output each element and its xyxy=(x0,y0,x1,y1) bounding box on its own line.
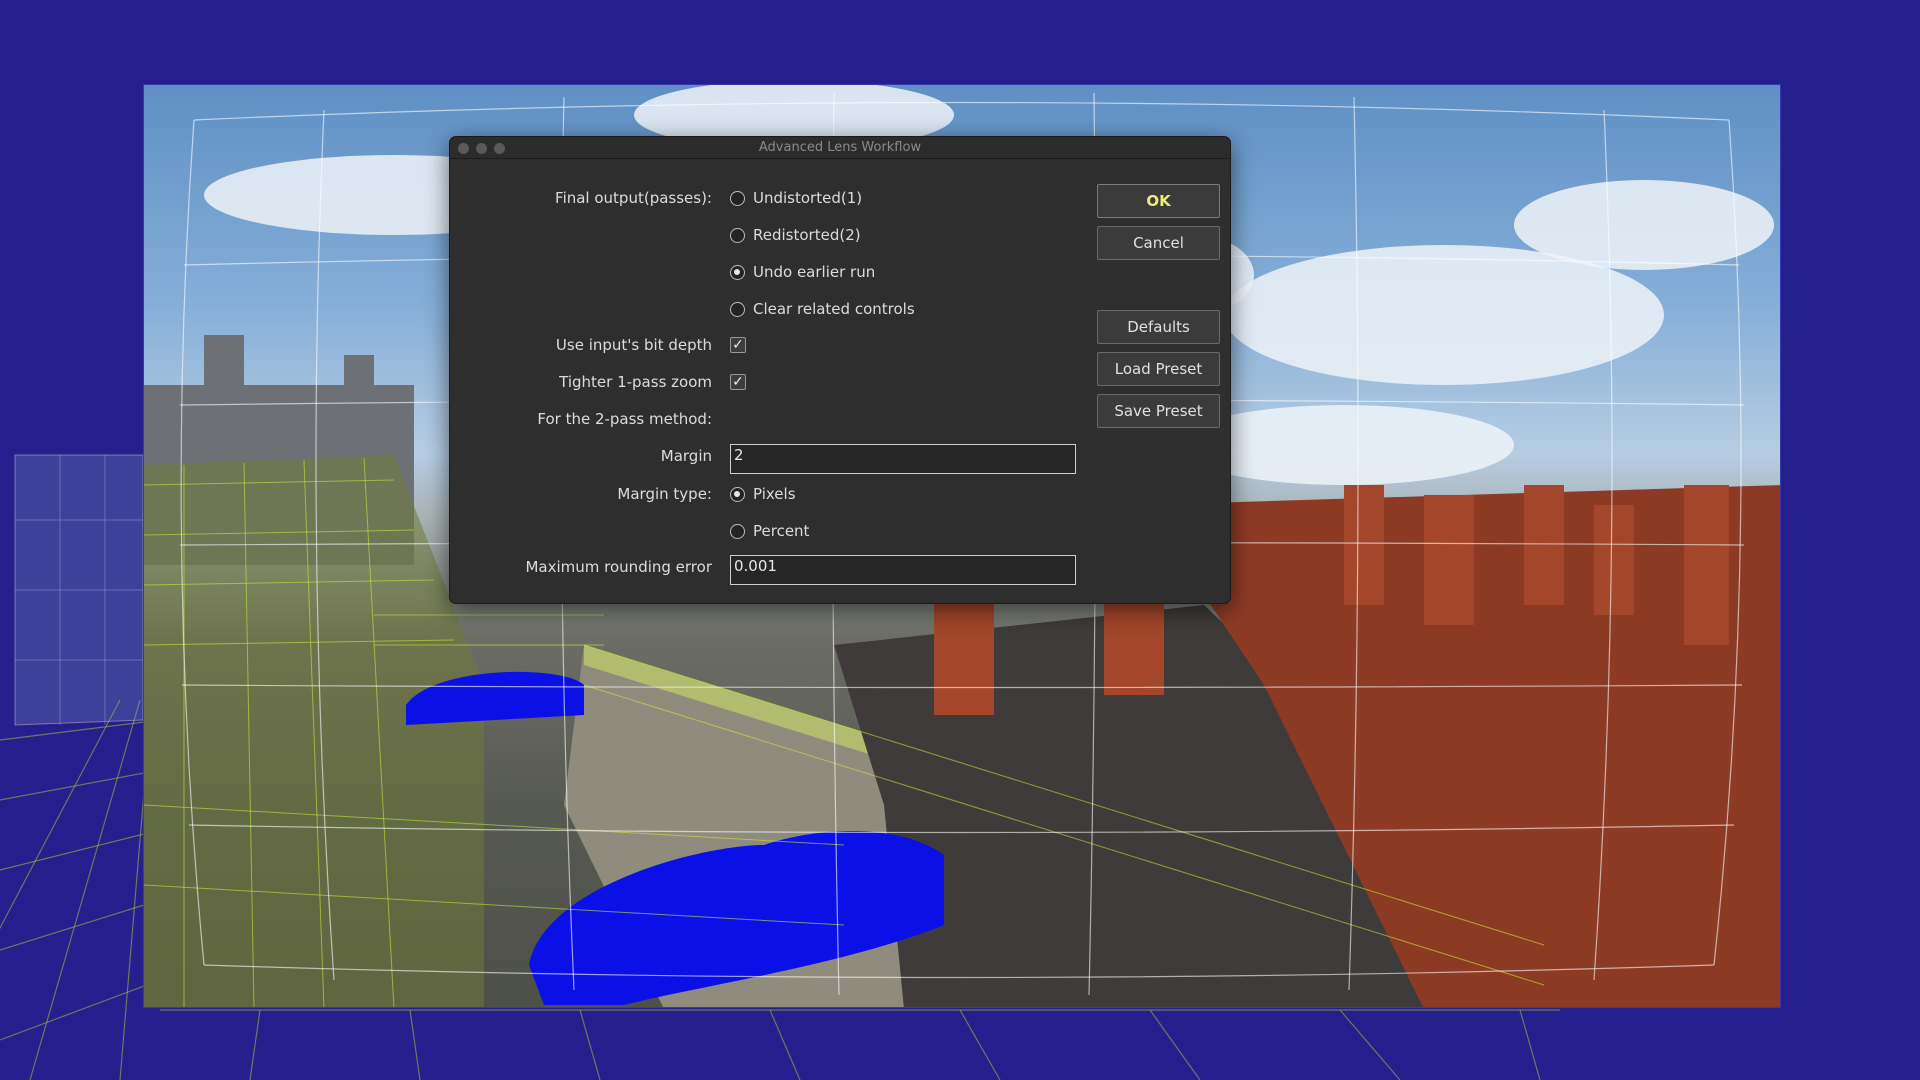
margin-input[interactable]: 2 xyxy=(730,444,1076,474)
margin-type-label: Margin type: xyxy=(617,485,712,503)
radio-pixels[interactable]: Pixels xyxy=(730,482,796,506)
final-output-row: Final output(passes): Undistorted(1) xyxy=(450,186,1090,210)
ok-button[interactable]: OK xyxy=(1097,184,1220,218)
radio-clear-related-controls[interactable]: Clear related controls xyxy=(730,297,915,321)
final-output-row-3: Undo earlier run xyxy=(450,260,1090,284)
radio-undistorted[interactable]: Undistorted(1) xyxy=(730,186,862,210)
max-rounding-value: 0.001 xyxy=(734,557,777,575)
radio-redistorted-label: Redistorted(2) xyxy=(753,226,861,244)
radio-indicator[interactable] xyxy=(730,190,745,206)
dialog-title: Advanced Lens Workflow xyxy=(758,140,922,155)
margin-type-row: Margin type: Pixels xyxy=(450,482,1090,506)
radio-indicator[interactable] xyxy=(730,227,745,243)
radio-clear-related-controls-label: Clear related controls xyxy=(753,300,915,318)
final-output-row-2: Redistorted(2) xyxy=(450,223,1090,247)
tighter-zoom-label: Tighter 1-pass zoom xyxy=(559,373,712,391)
final-output-row-4: Clear related controls xyxy=(450,297,1090,321)
final-output-label: Final output(passes): xyxy=(555,189,712,207)
advanced-lens-workflow-dialog: Advanced Lens Workflow Final output(pass… xyxy=(449,136,1231,604)
defaults-button[interactable]: Defaults xyxy=(1097,310,1220,344)
bit-depth-label: Use input's bit depth xyxy=(555,336,712,354)
radio-percent[interactable]: Percent xyxy=(730,519,809,543)
dialog-titlebar[interactable]: Advanced Lens Workflow xyxy=(450,137,1230,159)
tighter-zoom-row: Tighter 1-pass zoom ✓ xyxy=(450,370,1090,394)
radio-redistorted[interactable]: Redistorted(2) xyxy=(730,223,861,247)
max-rounding-label: Maximum rounding error xyxy=(525,558,712,576)
margin-label: Margin xyxy=(660,447,712,465)
radio-indicator-selected[interactable] xyxy=(730,486,745,502)
max-rounding-input[interactable]: 0.001 xyxy=(730,555,1076,585)
margin-row: Margin 2 xyxy=(450,444,1090,474)
load-preset-button[interactable]: Load Preset xyxy=(1097,352,1220,386)
radio-percent-label: Percent xyxy=(753,522,810,540)
save-preset-button[interactable]: Save Preset xyxy=(1097,394,1220,428)
two-pass-heading-row: For the 2-pass method: xyxy=(450,407,1090,431)
radio-undo-earlier-run-label: Undo earlier run xyxy=(753,263,876,281)
radio-indicator[interactable] xyxy=(730,301,745,317)
cancel-button[interactable]: Cancel xyxy=(1097,226,1220,260)
radio-undo-earlier-run[interactable]: Undo earlier run xyxy=(730,260,875,284)
radio-indicator[interactable] xyxy=(730,523,745,539)
max-rounding-row: Maximum rounding error 0.001 xyxy=(450,555,1090,585)
bit-depth-row: Use input's bit depth ✓ xyxy=(450,333,1090,357)
two-pass-heading: For the 2-pass method: xyxy=(537,410,712,428)
radio-pixels-label: Pixels xyxy=(753,485,796,503)
radio-undistorted-label: Undistorted(1) xyxy=(753,189,863,207)
tighter-zoom-checkbox[interactable]: ✓ xyxy=(730,374,746,390)
radio-indicator-selected[interactable] xyxy=(730,264,745,280)
bit-depth-checkbox[interactable]: ✓ xyxy=(730,337,746,353)
margin-type-row-2: Percent xyxy=(450,519,1090,543)
margin-value: 2 xyxy=(734,446,744,464)
